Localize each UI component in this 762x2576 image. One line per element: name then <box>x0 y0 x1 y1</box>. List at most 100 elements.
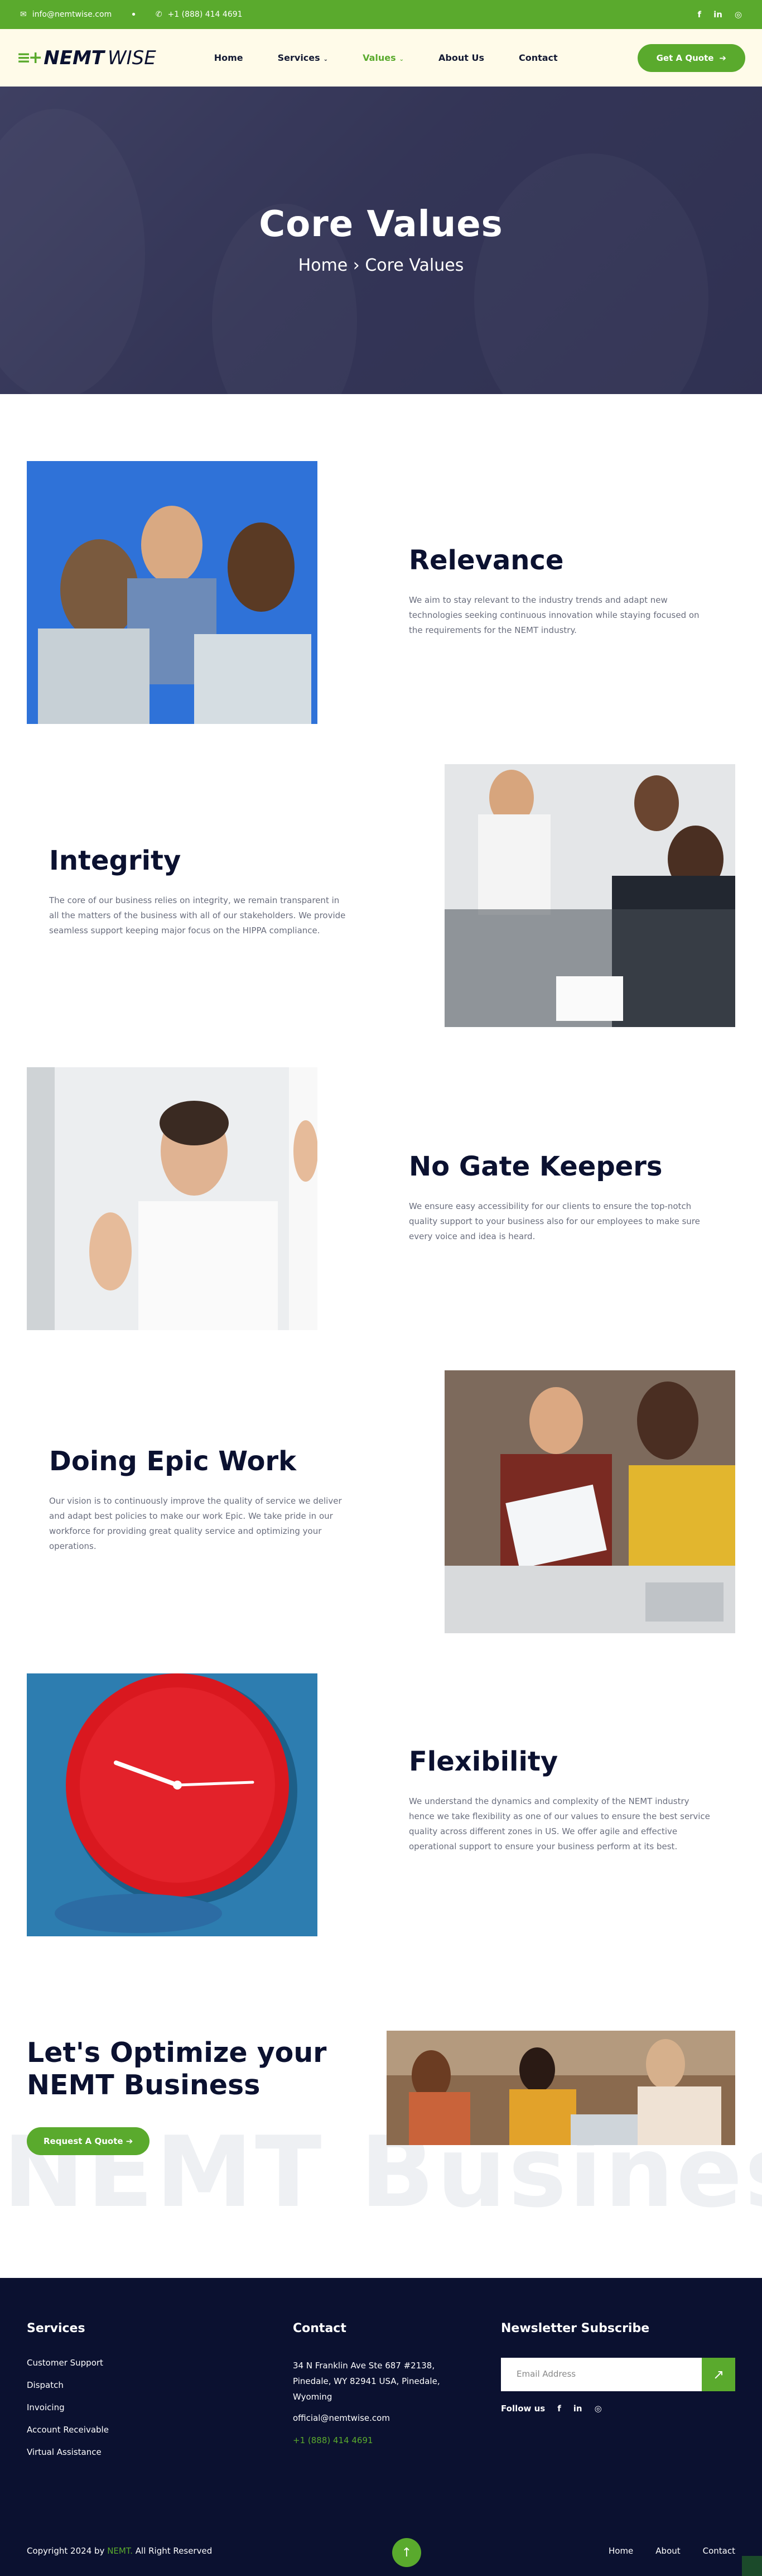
chevron-right-icon: › <box>353 256 365 275</box>
nav-services[interactable]: Services ⌄ <box>278 52 328 63</box>
value-title: Flexibility <box>409 1746 558 1777</box>
value-description: We ensure easy accessibility for our cli… <box>409 1201 700 1241</box>
instagram-icon[interactable]: ◎ <box>735 9 742 20</box>
handshake-meeting-photo <box>445 764 735 1027</box>
footer-bottom-links: Home About Contact <box>609 2546 735 2556</box>
follow-label: Follow us <box>501 2404 546 2414</box>
facebook-icon[interactable]: f <box>698 9 702 20</box>
topbar-socials: f in ◎ <box>698 9 742 20</box>
follow-us: Follow us f in ◎ <box>501 2404 735 2414</box>
site-footer: Services Customer Support Dispatch Invoi… <box>0 2278 762 2576</box>
value-description: We understand the dynamics and complexit… <box>409 1796 710 1851</box>
topbar-email-text[interactable]: info@nemtwise.com <box>32 10 112 19</box>
footer-link[interactable]: Virtual Assistance <box>27 2447 109 2457</box>
address-line: Pinedale, WY 82941 USA, Pinedale, <box>293 2376 440 2386</box>
people-kitchen-photo <box>387 2031 735 2145</box>
cta-section: NEMT Business Let's Optimize your NEMT B… <box>0 1977 762 2278</box>
breadcrumb: Home › Core Values <box>0 256 762 275</box>
request-quote-label: Request A Quote <box>44 2136 123 2146</box>
separator-dot: • <box>131 8 137 21</box>
copyright-brand[interactable]: NEMT. <box>107 2546 133 2556</box>
value-text: Flexibility We understand the dynamics a… <box>409 1746 710 1854</box>
get-quote-button[interactable]: Get A Quote ➔ <box>637 44 745 72</box>
nav-home[interactable]: Home <box>214 52 243 63</box>
value-text: Integrity The core of our business relie… <box>49 845 350 938</box>
linkedin-icon[interactable]: in <box>713 9 722 20</box>
value-description: The core of our business relies on integ… <box>49 895 346 936</box>
footer-bottom-link[interactable]: Home <box>609 2546 633 2556</box>
page-title: Core Values <box>259 204 503 245</box>
value-photo <box>27 1673 317 1936</box>
value-photo <box>445 1370 735 1633</box>
linkedin-icon[interactable]: in <box>573 2404 582 2414</box>
copyright-post: All Right Reserved <box>135 2546 213 2556</box>
cta-heading: Let's Optimize your NEMT Business <box>27 2037 326 2102</box>
footer-bottom-link[interactable]: Contact <box>703 2546 735 2556</box>
logo-light-text: WISE <box>108 46 156 69</box>
footer-phone[interactable]: +1 (888) 414 4691 <box>293 2433 440 2448</box>
site-header: ≡+ NEMT WISE Home Services ⌄ Values ⌄ Abou… <box>0 29 762 87</box>
chevron-down-icon: ⌄ <box>323 56 329 63</box>
request-quote-button[interactable]: Request A Quote ➔ <box>27 2127 150 2155</box>
phone-icon: ✆ <box>155 10 162 19</box>
value-text: Relevance We aim to stay relevant to the… <box>409 545 710 638</box>
cta-heading-line2: NEMT Business <box>27 2069 261 2101</box>
value-no-gate-keepers: No Gate Keepers We ensure easy accessibi… <box>0 1067 762 1370</box>
value-photo <box>445 764 735 1027</box>
top-bar: ✉ info@nemtwise.com • ✆ +1 (888) 414 469… <box>0 0 762 29</box>
chevron-down-icon: ⌄ <box>399 56 404 63</box>
envelope-icon: ✉ <box>20 10 27 19</box>
newsletter-email-input[interactable]: Email Address <box>501 2358 702 2391</box>
logo-plus-icon: ≡+ <box>17 48 42 68</box>
cta-heading-line1: Let's Optimize your <box>27 2037 327 2069</box>
value-description: Our vision is to continuously improve th… <box>49 1496 342 1551</box>
footer-link[interactable]: Account Receivable <box>27 2425 109 2435</box>
arrow-right-icon: ➔ <box>719 52 726 63</box>
newsletter-submit-button[interactable]: ↗ <box>702 2358 735 2391</box>
red-clock-photo <box>27 1673 317 1936</box>
nav-about[interactable]: About Us <box>438 52 484 63</box>
footer-newsletter: Newsletter Subscribe Email Address ↗ Fol… <box>501 2321 735 2414</box>
value-flexibility: Flexibility We understand the dynamics a… <box>0 1673 762 1977</box>
footer-link[interactable]: Dispatch <box>27 2380 109 2390</box>
footer-bottom: Copyright 2024 by NEMT. All Right Reserv… <box>27 2546 735 2556</box>
footer-link[interactable]: Customer Support <box>27 2358 109 2368</box>
team-laptop-photo <box>27 461 317 724</box>
footer-bottom-link[interactable]: About <box>655 2546 680 2556</box>
footer-email[interactable]: official@nemtwise.com <box>293 2410 440 2426</box>
copyright-pre: Copyright 2024 by <box>27 2546 105 2556</box>
footer-contact: Contact 34 N Franklin Ave Ste 687 #2138,… <box>293 2321 440 2448</box>
topbar-email[interactable]: ✉ info@nemtwise.com <box>20 10 112 19</box>
nav-contact[interactable]: Contact <box>519 52 558 63</box>
value-integrity: Integrity The core of our business relie… <box>0 764 762 1067</box>
instagram-icon[interactable]: ◎ <box>595 2404 602 2414</box>
value-title: Doing Epic Work <box>49 1446 297 1477</box>
value-text: No Gate Keepers We ensure easy accessibi… <box>409 1151 710 1244</box>
logo-bold-text: NEMT <box>44 46 104 69</box>
breadcrumb-home[interactable]: Home <box>298 256 348 275</box>
footer-services: Services Customer Support Dispatch Invoi… <box>27 2321 109 2469</box>
topbar-phone-text[interactable]: +1 (888) 414 4691 <box>168 10 243 19</box>
arrow-up-right-icon: ↗ <box>712 2367 725 2382</box>
value-doing-epic-work: Doing Epic Work Our vision is to continu… <box>0 1370 762 1673</box>
nav-values[interactable]: Values ⌄ <box>363 52 404 63</box>
copyright: Copyright 2024 by NEMT. All Right Reserv… <box>27 2546 212 2556</box>
couple-paperwork-photo <box>445 1370 735 1633</box>
main-nav: Home Services ⌄ Values ⌄ About Us Contact <box>214 52 558 63</box>
footer-services-title: Services <box>27 2321 85 2335</box>
logo[interactable]: ≡+ NEMT WISE <box>17 47 156 69</box>
newsletter-title: Newsletter Subscribe <box>501 2321 650 2335</box>
topbar-phone[interactable]: ✆ +1 (888) 414 4691 <box>156 10 243 19</box>
facebook-icon[interactable]: f <box>557 2404 561 2414</box>
breadcrumb-current: Core Values <box>365 256 464 275</box>
address-line: Wyoming <box>293 2392 332 2402</box>
value-description: We aim to stay relevant to the industry … <box>409 595 700 635</box>
value-photo <box>27 1067 317 1330</box>
footer-link[interactable]: Invoicing <box>27 2402 109 2412</box>
cta-photo <box>387 2031 735 2145</box>
back-to-top-button[interactable] <box>742 2556 762 2576</box>
man-stop-gesture-photo <box>27 1067 317 1330</box>
arrow-right-icon: ➔ <box>126 2136 133 2146</box>
value-title: No Gate Keepers <box>409 1151 663 1182</box>
value-title: Integrity <box>49 845 181 876</box>
